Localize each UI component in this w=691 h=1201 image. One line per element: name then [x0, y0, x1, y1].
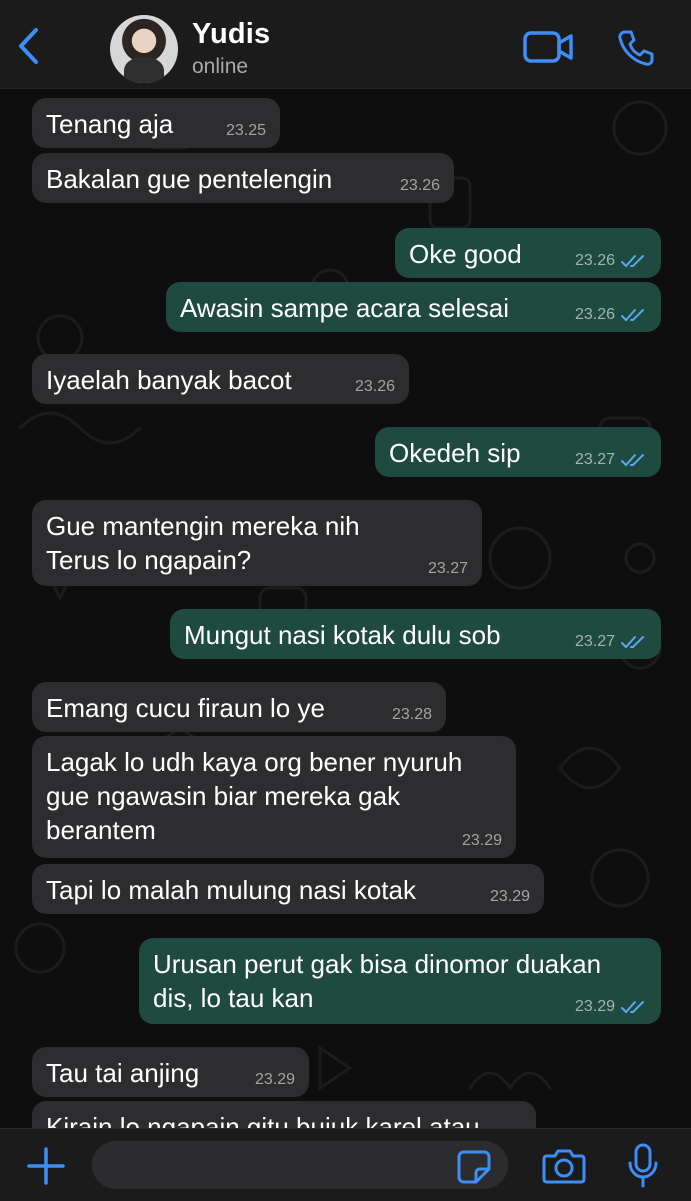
- message-time: 23.29: [489, 888, 530, 905]
- message-bubble-incoming[interactable]: Emang cucu firaun lo ye 23.28: [32, 682, 446, 732]
- double-check-icon: [621, 454, 644, 467]
- message-time: 23.26: [574, 306, 615, 323]
- camera-icon[interactable]: [542, 1147, 586, 1185]
- message-bubble-outgoing[interactable]: Mungut nasi kotak dulu sob 23.27: [170, 609, 661, 659]
- message-input[interactable]: [92, 1141, 508, 1189]
- sticker-icon[interactable]: [456, 1149, 492, 1185]
- message-time: 23.27: [427, 560, 468, 577]
- message-bubble-incoming[interactable]: Tenang aja 23.25: [32, 98, 280, 148]
- double-check-icon: [621, 255, 644, 268]
- message-bubble-incoming[interactable]: Gue mantengin mereka nih Terus lo ngapai…: [32, 500, 482, 586]
- microphone-icon[interactable]: [626, 1143, 660, 1189]
- message-time: 23.25: [225, 122, 266, 139]
- message-time: 23.29: [254, 1071, 295, 1088]
- video-camera-icon[interactable]: [522, 29, 574, 65]
- message-text: Iyaelah banyak bacot: [46, 365, 292, 395]
- message-bubble-outgoing[interactable]: Okedeh sip 23.27: [375, 427, 661, 477]
- message-time: 23.26: [574, 252, 615, 269]
- double-check-icon: [621, 309, 644, 322]
- avatar[interactable]: [110, 15, 178, 83]
- message-bubble-incoming[interactable]: Kirain lo ngapain gitu bujuk karel atau: [32, 1101, 536, 1128]
- double-check-icon: [621, 1001, 644, 1014]
- message-bubble-outgoing[interactable]: Oke good 23.26: [395, 228, 661, 278]
- message-text: Urusan perut gak bisa dinomor duakan dis…: [153, 949, 602, 1013]
- message-bubble-incoming[interactable]: Tau tai anjing 23.29: [32, 1047, 309, 1097]
- message-text: Tapi lo malah mulung nasi kotak: [46, 875, 416, 905]
- composer-bar: [0, 1128, 691, 1201]
- phone-icon[interactable]: [616, 28, 656, 68]
- plus-icon[interactable]: [26, 1146, 66, 1186]
- double-check-icon: [621, 636, 644, 649]
- message-bubble-incoming[interactable]: Lagak lo udh kaya org bener nyuruh gue n…: [32, 736, 516, 858]
- message-text: Bakalan gue pentelengin: [46, 164, 333, 194]
- message-bubble-incoming[interactable]: Bakalan gue pentelengin 23.26: [32, 153, 454, 203]
- message-time: 23.28: [391, 706, 432, 723]
- message-time: 23.29: [574, 998, 615, 1015]
- message-bubble-outgoing[interactable]: Awasin sampe acara selesai 23.26: [166, 282, 661, 332]
- chat-area[interactable]: Tenang aja 23.25 Bakalan gue pentelengin…: [0, 88, 691, 1128]
- chat-header: Yudis online: [0, 0, 691, 89]
- message-time: 23.26: [399, 177, 440, 194]
- chevron-left-icon[interactable]: [14, 26, 44, 66]
- message-text: Gue mantengin mereka nih Terus lo ngapai…: [46, 511, 360, 575]
- contact-status: online: [192, 55, 249, 78]
- message-bubble-incoming[interactable]: Iyaelah banyak bacot 23.26: [32, 354, 409, 404]
- message-bubble-incoming[interactable]: Tapi lo malah mulung nasi kotak 23.29: [32, 864, 544, 914]
- message-bubble-outgoing[interactable]: Urusan perut gak bisa dinomor duakan dis…: [139, 938, 661, 1024]
- message-text: Emang cucu firaun lo ye: [46, 693, 325, 723]
- contact-name[interactable]: Yudis: [192, 18, 270, 51]
- message-time: 23.27: [574, 451, 615, 468]
- message-text: Lagak lo udh kaya org bener nyuruh gue n…: [46, 747, 463, 845]
- message-time: 23.29: [461, 832, 502, 849]
- message-time: 23.26: [354, 378, 395, 395]
- message-time: 23.27: [574, 633, 615, 650]
- message-text: Kirain lo ngapain gitu bujuk karel atau: [46, 1112, 480, 1128]
